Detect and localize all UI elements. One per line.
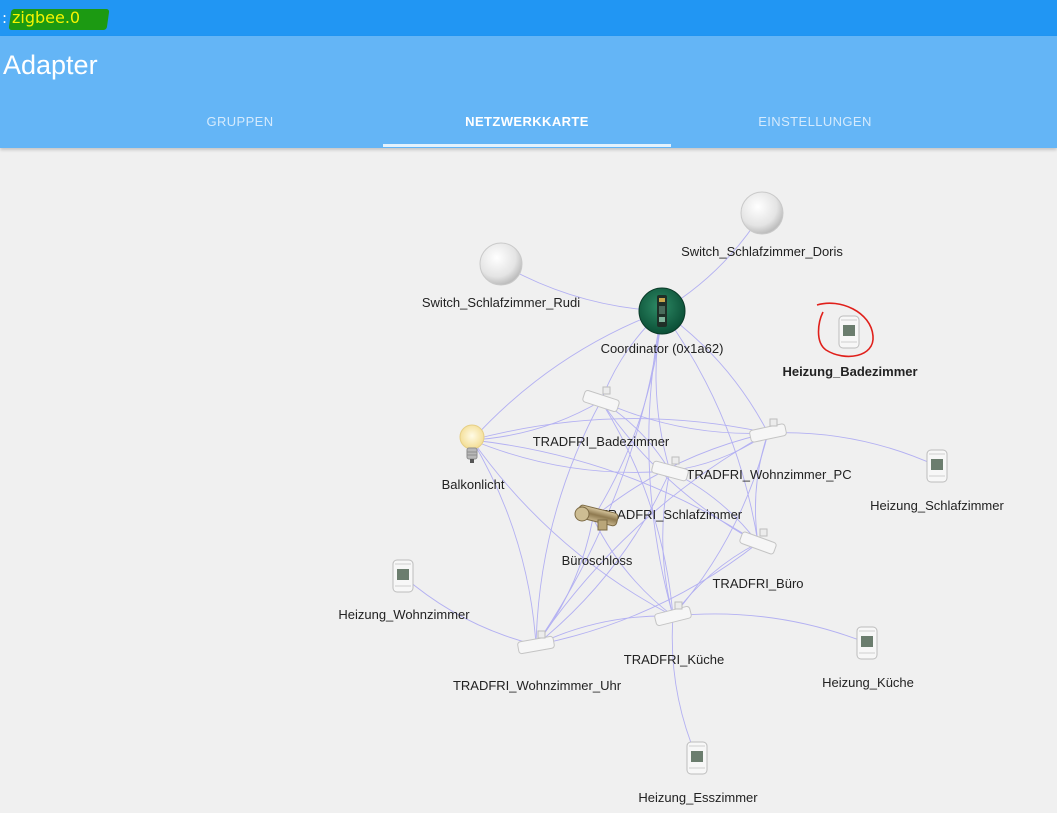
- network-link: [535, 310, 663, 646]
- tab-einstellungen[interactable]: EINSTELLUNGEN: [671, 114, 959, 129]
- thermostat-icon: [686, 741, 708, 775]
- node-switch-schlafzimmer-doris[interactable]: Switch_Schlafzimmer_Doris: [681, 191, 843, 259]
- node-label: Heizung_Wohnzimmer: [338, 607, 470, 622]
- repeater-icon: [739, 528, 777, 555]
- network-link: [672, 613, 868, 644]
- node-tradfri-wohnzimmer-uhr[interactable]: TRADFRI_Wohnzimmer_Uhr: [453, 630, 622, 693]
- thermostat-icon: [926, 449, 948, 483]
- bulb-icon: [459, 424, 485, 463]
- node-label: Büroschloss: [562, 553, 633, 568]
- network-link: [535, 432, 769, 646]
- tab-netzwerkkarte[interactable]: NETZWERKKARTE: [383, 114, 671, 129]
- repeater-icon: [651, 456, 689, 482]
- thermostat-icon: [856, 626, 878, 660]
- node-label: Heizung_Badezimmer: [782, 364, 917, 379]
- network-link: [755, 432, 769, 544]
- thermostat-icon: [392, 559, 414, 593]
- window-titlebar: : zigbee.0: [0, 0, 1057, 36]
- node-label: Heizung_Küche: [822, 675, 914, 690]
- node-label: Coordinator (0x1a62): [601, 341, 724, 356]
- coordinator-icon: [638, 287, 686, 335]
- network-link: [471, 439, 537, 646]
- node-tradfri-wohnzimmer-pc[interactable]: TRADFRI_Wohnzimmer_PC: [686, 418, 852, 482]
- app-bar: Adapter GRUPPEN NETZWERKKARTE EINSTELLUN…: [0, 36, 1057, 148]
- network-link: [767, 432, 938, 467]
- node-balkonlicht[interactable]: Balkonlicht: [442, 424, 505, 492]
- node-coordinator[interactable]: Coordinator (0x1a62): [601, 287, 724, 356]
- node-label: Switch_Schlafzimmer_Rudi: [422, 295, 580, 310]
- instance-title: zigbee.0: [12, 8, 81, 27]
- network-map[interactable]: Coordinator (0x1a62) Switch_Schlafzimmer…: [0, 148, 1057, 813]
- node-label: TRADFRI_Wohnzimmer_Uhr: [453, 678, 622, 693]
- node-label: TRADFRI_Büro: [712, 576, 803, 591]
- thermostat-icon: [838, 315, 860, 349]
- network-link: [671, 615, 698, 759]
- repeater-icon: [749, 418, 787, 443]
- page-title: Adapter: [3, 50, 98, 80]
- switch-icon: [740, 191, 784, 235]
- node-label: TRADFRI_Badezimmer: [533, 434, 670, 449]
- network-link: [662, 470, 674, 617]
- node-label: TRADFRI_Wohnzimmer_PC: [686, 467, 851, 482]
- node-label: Switch_Schlafzimmer_Doris: [681, 244, 843, 259]
- network-link: [471, 310, 663, 441]
- node-label: Heizung_Schlafzimmer: [870, 498, 1004, 513]
- node-switch-schlafzimmer-rudi[interactable]: Switch_Schlafzimmer_Rudi: [422, 242, 580, 310]
- network-link: [661, 310, 769, 434]
- node-heizung-wohnzimmer[interactable]: Heizung_Wohnzimmer: [338, 559, 470, 622]
- node-label: Heizung_Esszimmer: [638, 790, 758, 805]
- node-heizung-schlafzimmer[interactable]: Heizung_Schlafzimmer: [870, 449, 1004, 513]
- node-heizung-esszimmer[interactable]: Heizung_Esszimmer: [638, 741, 758, 805]
- node-label: Balkonlicht: [442, 477, 505, 492]
- tab-gruppen[interactable]: GRUPPEN: [96, 114, 384, 129]
- active-tab-indicator: [383, 144, 671, 147]
- node-tradfri-buero[interactable]: TRADFRI_Büro: [712, 528, 804, 591]
- switch-icon: [479, 242, 523, 286]
- title-prefix: :: [2, 9, 8, 27]
- node-tradfri-kueche[interactable]: TRADFRI_Küche: [624, 601, 724, 667]
- node-heizung-kueche[interactable]: Heizung_Küche: [822, 626, 914, 690]
- node-label: TRADFRI_Schlafzimmer: [600, 507, 743, 522]
- node-heizung-badezimmer[interactable]: Heizung_Badezimmer: [782, 302, 918, 379]
- node-label: TRADFRI_Küche: [624, 652, 724, 667]
